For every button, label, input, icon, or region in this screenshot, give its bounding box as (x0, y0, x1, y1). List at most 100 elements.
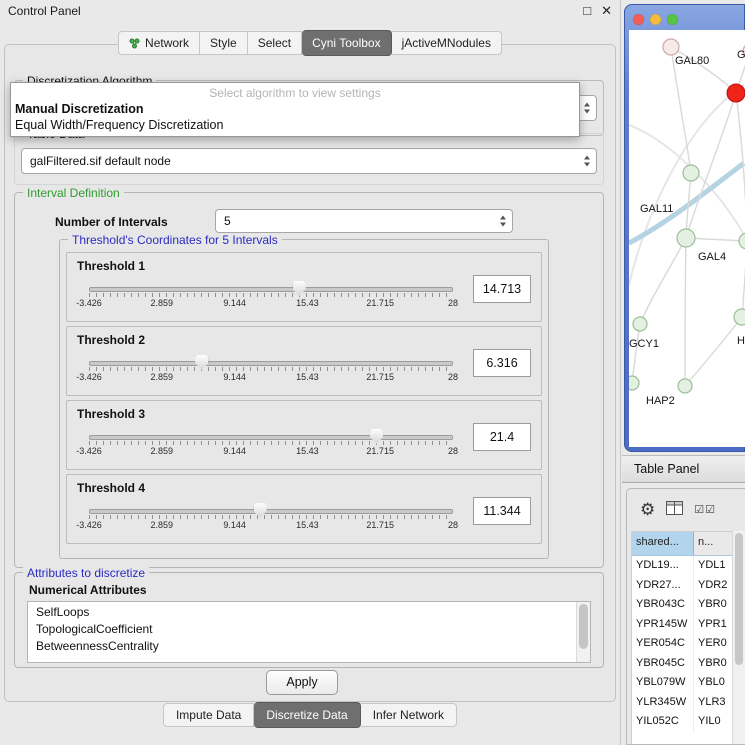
apply-button[interactable]: Apply (266, 670, 338, 695)
float-window-icon[interactable]: □ (583, 3, 591, 18)
table-cell: YPR1 (694, 615, 732, 635)
table-cell: YBR0 (694, 654, 732, 674)
dropdown-item-manual-discretization[interactable]: Manual Discretization (11, 101, 579, 117)
table-row[interactable]: YDL19...YDL1 (632, 556, 732, 576)
attribute-list-item[interactable]: BetweennessCentrality (28, 638, 577, 655)
network-node-hap2[interactable] (678, 379, 692, 393)
network-node-h[interactable] (734, 309, 745, 325)
table-data-combobox[interactable]: galFiltered.sif default node (21, 148, 597, 174)
tick-label: 2.859 (151, 446, 174, 456)
zoom-traffic-icon[interactable] (667, 14, 678, 25)
threshold-slider[interactable]: -3.4262.8599.14415.4321.71528 (79, 427, 463, 461)
attributes-scrollbar-thumb[interactable] (579, 604, 588, 649)
tick-label: 21.715 (366, 372, 394, 382)
close-traffic-icon[interactable] (633, 14, 644, 25)
threshold-box: Threshold 3-3.4262.8599.14415.4321.71528… (66, 400, 542, 470)
tick-label: 9.144 (223, 446, 246, 456)
table-cell: YLR345W (632, 693, 694, 713)
number-of-intervals-combobox[interactable]: 5 (215, 209, 513, 233)
attributes-group: Attributes to discretize Numerical Attri… (14, 572, 604, 668)
table-data-value: galFiltered.sif default node (30, 154, 171, 168)
tab-label: Style (210, 36, 237, 50)
tab-impute-data[interactable]: Impute Data (163, 703, 254, 727)
column-header-n[interactable]: n... (694, 532, 732, 555)
network-node-label: GAL11 (640, 203, 673, 215)
dropdown-item-equal-width-frequency-discretization[interactable]: Equal Width/Frequency Discretization (11, 117, 579, 133)
tab-select[interactable]: Select (248, 31, 302, 55)
tick-label: 28 (448, 520, 458, 530)
network-edge (685, 238, 686, 386)
tab-network[interactable]: Network (118, 31, 200, 55)
table-row[interactable]: YLR345WYLR3 (632, 693, 732, 713)
tab-jactivemnodules[interactable]: jActiveMNodules (392, 31, 502, 55)
tick-label: 9.144 (223, 520, 246, 530)
table-row[interactable]: YBR045CYBR0 (632, 654, 732, 674)
table-cell: YBR045C (632, 654, 694, 674)
network-edge (640, 238, 686, 324)
column-header-shared[interactable]: shared... (632, 532, 694, 555)
tick-label: 2.859 (151, 298, 174, 308)
threshold-value-field[interactable]: 21.4 (473, 423, 531, 451)
close-window-icon[interactable]: ✕ (601, 3, 612, 18)
threshold-value-field[interactable]: 14.713 (473, 275, 531, 303)
attribute-list-item[interactable]: SelfLoops (28, 604, 577, 621)
number-of-intervals-label: Number of Intervals (55, 215, 168, 229)
network-graph: GAL80GGAL11GAL4GCY1HAP2H (629, 30, 745, 447)
table-row[interactable]: YBL079WYBL0 (632, 673, 732, 693)
network-node[interactable] (629, 376, 639, 390)
interval-definition-title: Interval Definition (23, 186, 124, 200)
slider-ticks (89, 441, 453, 445)
network-node-gal4[interactable] (677, 229, 695, 247)
select-columns-icon[interactable]: ☑☑ (694, 503, 716, 516)
tab-style[interactable]: Style (200, 31, 248, 55)
network-node[interactable] (739, 233, 745, 249)
table-cell: YER0 (694, 634, 732, 654)
table-data-group: Table Data galFiltered.sif default node (14, 133, 604, 185)
attributes-scrollbar[interactable] (576, 602, 590, 662)
threshold-value-field[interactable]: 6.316 (473, 349, 531, 377)
tab-label: Cyni Toolbox (312, 36, 380, 50)
control-panel-window: Control Panel □ ✕ Network Style Select Cyni… (0, 0, 621, 745)
tab-cyni-toolbox[interactable]: Cyni Toolbox (302, 30, 391, 56)
threshold-slider[interactable]: -3.4262.8599.14415.4321.71528 (79, 279, 463, 313)
tab-infer-network[interactable]: Infer Network (361, 703, 457, 727)
tab-label: jActiveMNodules (402, 36, 491, 50)
network-node-label: HAP2 (646, 395, 675, 407)
table-row[interactable]: YER054CYER0 (632, 634, 732, 654)
table-scrollbar-thumb[interactable] (735, 533, 743, 665)
threshold-stack: Threshold 1-3.4262.8599.14415.4321.71528… (60, 248, 548, 548)
network-canvas[interactable]: GAL80GGAL11GAL4GCY1HAP2H (629, 30, 745, 447)
network-node-gal11[interactable] (683, 165, 699, 181)
window-traffic-lights (633, 14, 678, 25)
table-row[interactable]: YPR145WYPR1 (632, 615, 732, 635)
threshold-slider[interactable]: -3.4262.8599.14415.4321.71528 (79, 501, 463, 535)
table-cell: YDR2 (694, 576, 732, 596)
table-cell: YBL0 (694, 673, 732, 693)
network-node[interactable] (727, 84, 745, 102)
slider-ticks (89, 293, 453, 297)
tick-label: 21.715 (366, 520, 394, 530)
table-row[interactable]: YDR27...YDR2 (632, 576, 732, 596)
table-panel-window: ⚙ ☑☑ shared...n... YDL19...YDL1YDR27...Y… (626, 488, 745, 745)
minimize-traffic-icon[interactable] (650, 14, 661, 25)
threshold-slider[interactable]: -3.4262.8599.14415.4321.71528 (79, 353, 463, 387)
network-node-gal80[interactable] (663, 39, 679, 55)
network-node-gcy1[interactable] (633, 317, 647, 331)
tab-discretize-data[interactable]: Discretize Data (254, 702, 360, 728)
threshold-label: Threshold 4 (77, 481, 145, 495)
table-row[interactable]: YBR043CYBR0 (632, 595, 732, 615)
table-cell: YDR27... (632, 576, 694, 596)
table-row[interactable]: YIL052CYIL0 (632, 712, 732, 732)
tick-label: -3.426 (76, 446, 102, 456)
slider-ticks (89, 515, 453, 519)
interval-definition-group: Interval Definition Number of Intervals … (14, 192, 604, 568)
attribute-list-item[interactable]: TopologicalCoefficient (28, 621, 577, 638)
tick-label: 2.859 (151, 372, 174, 382)
table-cell: YBR043C (632, 595, 694, 615)
table-cell: YIL052C (632, 712, 694, 732)
threshold-value-field[interactable]: 11.344 (473, 497, 531, 525)
column-chooser-icon[interactable] (666, 501, 683, 518)
control-panel-titlebar: Control Panel □ ✕ (0, 0, 620, 22)
gear-icon[interactable]: ⚙ (640, 501, 655, 518)
table-scrollbar[interactable] (732, 531, 745, 744)
